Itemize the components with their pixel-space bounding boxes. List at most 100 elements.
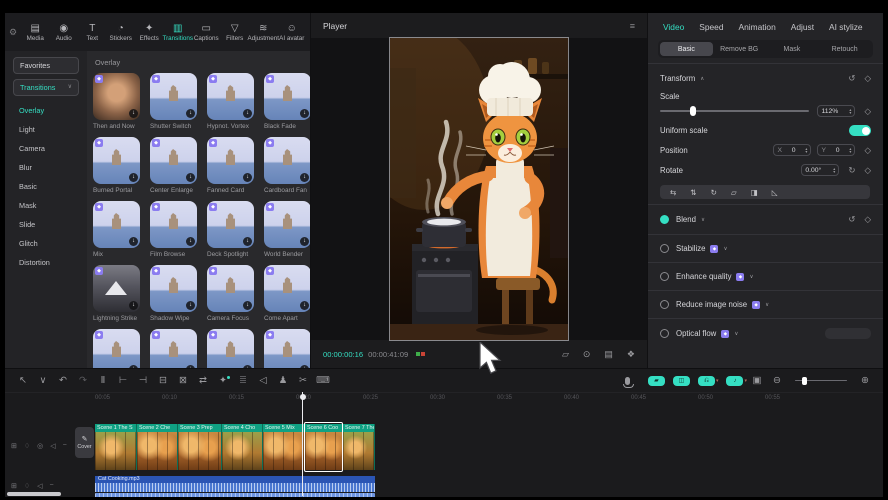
category-dropdown[interactable]: Transitions ∨ [13,79,79,96]
transition-thumbnail[interactable]: ◆↓ [93,265,140,312]
tab-video[interactable]: Video [663,22,684,32]
toolbar-tab-stickers[interactable]: ◔Stickers [107,23,136,42]
keyframe-icon[interactable]: ◇ [864,214,871,225]
tab-adjust[interactable]: Adjust [791,22,814,32]
transition-card[interactable]: ◆↓Deck Spotlight [207,201,254,258]
tab-speed[interactable]: Speed [699,22,723,32]
transition-thumbnail[interactable]: ◆↓ [150,265,197,312]
toolbar-tab-effects[interactable]: ✦Effects [135,23,164,42]
undo-icon[interactable]: ↶ [53,375,73,386]
checkbox-icon[interactable] [660,300,669,309]
microphone-icon[interactable] [625,377,630,385]
color-tag-icon[interactable]: ♢ [24,442,30,450]
visibility-icon[interactable]: ◎ [37,442,43,450]
cut-icon[interactable]: ✂ [293,375,313,386]
toolbar-tab-captions[interactable]: ▭Captions [192,23,221,42]
transition-thumbnail[interactable]: ◆↓ [264,201,310,248]
fit-icon[interactable]: ▱ [731,188,737,197]
tab-animation[interactable]: Animation [739,22,776,32]
transition-card[interactable]: ◆↓ [207,329,254,368]
toolbar-tab-transitions[interactable]: ▥Transitions [164,23,193,42]
transition-card[interactable]: ◆↓Center Enlarge [150,137,197,194]
timeline-ruler[interactable]: 00:0500:1000:1500:2000:2500:3000:3500:40… [5,392,883,406]
stepper-icons[interactable]: ▴▾ [805,147,807,154]
transition-thumbnail[interactable]: ◆↓ [207,265,254,312]
toolbar-tab-filters[interactable]: ▽Filters [221,23,250,42]
timeline-clip[interactable]: Scene 7 The [343,424,375,470]
split-icon[interactable]: Ⅱ [93,375,113,386]
loop-icon[interactable]: ⇄ [193,375,213,386]
sidebar-item-distortion[interactable]: Distortion [5,253,87,272]
screens-icon[interactable]: ▣ [747,375,767,386]
sidebar-item-overlay[interactable]: Overlay [5,101,87,120]
timeline-clip[interactable]: Scene 4 Cho [222,424,263,470]
timeline-clip[interactable]: Scene 2 Che [137,424,178,470]
player-menu-icon[interactable]: ≡ [630,21,635,31]
checkbox-icon[interactable] [660,329,669,338]
transition-thumbnail[interactable]: ◆↓ [207,73,254,120]
transition-card[interactable]: ◆↓Mix [93,201,140,258]
playhead-handle[interactable] [300,394,306,400]
horizontal-scrollbar[interactable] [7,492,61,496]
transition-card[interactable]: ◆↓ [93,329,140,368]
transition-card[interactable]: ◆↓Black Fade [264,73,310,130]
trim-left-icon[interactable]: ⊢ [113,375,133,386]
transition-card[interactable]: ◆↓World Bender [264,201,310,258]
scale-slider-thumb[interactable] [690,106,696,116]
timeline-zoom-slider[interactable] [795,380,847,382]
mute-icon[interactable]: ◁ [37,482,42,490]
delete-icon[interactable]: ⊟ [153,375,173,386]
rotate-90-icon[interactable]: ↻ [711,188,717,197]
transition-card[interactable]: ◆↓Shadow Wipe [150,265,197,322]
sidebar-item-blur[interactable]: Blur [5,158,87,177]
timeline-clip[interactable]: Scene 1 The S [95,424,137,470]
speaker-icon[interactable]: ◁ [253,375,273,386]
gear-icon[interactable]: ⚙ [5,27,21,38]
subtab-mask[interactable]: Mask [766,42,819,56]
lock-icon[interactable]: − [63,442,67,450]
checkbox-icon[interactable] [660,272,669,281]
transition-card[interactable]: ◆↓Film Browse [150,201,197,258]
transition-thumbnail[interactable]: ◆↓ [93,137,140,184]
toggle-magnet-icon[interactable]: ♪ [726,376,743,386]
toolbar-tab-ai-avatar[interactable]: ☺AI avatar [278,23,307,42]
fullscreen-icon[interactable]: ❖ [627,349,635,360]
zoom-out-icon[interactable]: ⊖ [767,375,787,386]
sidebar-item-light[interactable]: Light [5,120,87,139]
cover-button[interactable]: ✎ Cover [75,427,94,458]
trim-right-icon[interactable]: ⊣ [133,375,153,386]
timeline-clip[interactable]: Scene 6 Coo [305,424,343,470]
toolbar-tab-text[interactable]: TText [78,23,107,42]
select-icon[interactable]: ↖ [13,375,33,386]
stepper-icons[interactable]: ▴▾ [849,108,851,115]
transition-thumbnail[interactable]: ◆↓ [93,329,140,368]
toggle-snap-icon[interactable]: ◫ [673,376,690,386]
stepper-icons[interactable]: ▴▾ [833,167,835,174]
section-blend[interactable]: Blend∨↺◇ [648,210,883,229]
ai-effects-icon[interactable]: ✦ [213,375,233,386]
zoom-in-icon[interactable]: ⊕ [855,375,875,386]
transition-card[interactable]: ◆↓Then and Now [93,73,140,130]
video-frame[interactable] [390,38,568,340]
color-tag-icon[interactable]: ♢ [24,482,30,490]
track-options-icon[interactable]: ⊞ [11,482,17,490]
uniform-scale-toggle[interactable] [849,125,871,136]
transition-thumbnail[interactable]: ◆↓ [150,201,197,248]
sidebar-item-camera[interactable]: Camera [5,139,87,158]
subtab-remove-bg[interactable]: Remove BG [713,42,766,56]
flip-horizontal-icon[interactable]: ⇆ [670,188,676,197]
keyframe-icon[interactable]: ◇ [864,165,871,176]
favorites-button[interactable]: Favorites [13,57,79,74]
subtab-basic[interactable]: Basic [660,42,713,56]
checkbox-icon[interactable] [660,244,669,253]
toolbar-tab-media[interactable]: ▤Media [21,23,50,42]
transition-thumbnail[interactable]: ◆↓ [264,73,310,120]
sidebar-item-mask[interactable]: Mask [5,196,87,215]
zoom-slider-thumb[interactable] [802,377,807,385]
transition-card[interactable]: ◆↓Camera Focus [207,265,254,322]
reset-icon[interactable]: ↺ [848,73,855,84]
transition-card[interactable]: ◆↓ [150,329,197,368]
ratio-icon[interactable]: ▱ [562,349,569,360]
checkbox-icon[interactable] [660,215,669,224]
transition-thumbnail[interactable]: ◆↓ [264,137,310,184]
